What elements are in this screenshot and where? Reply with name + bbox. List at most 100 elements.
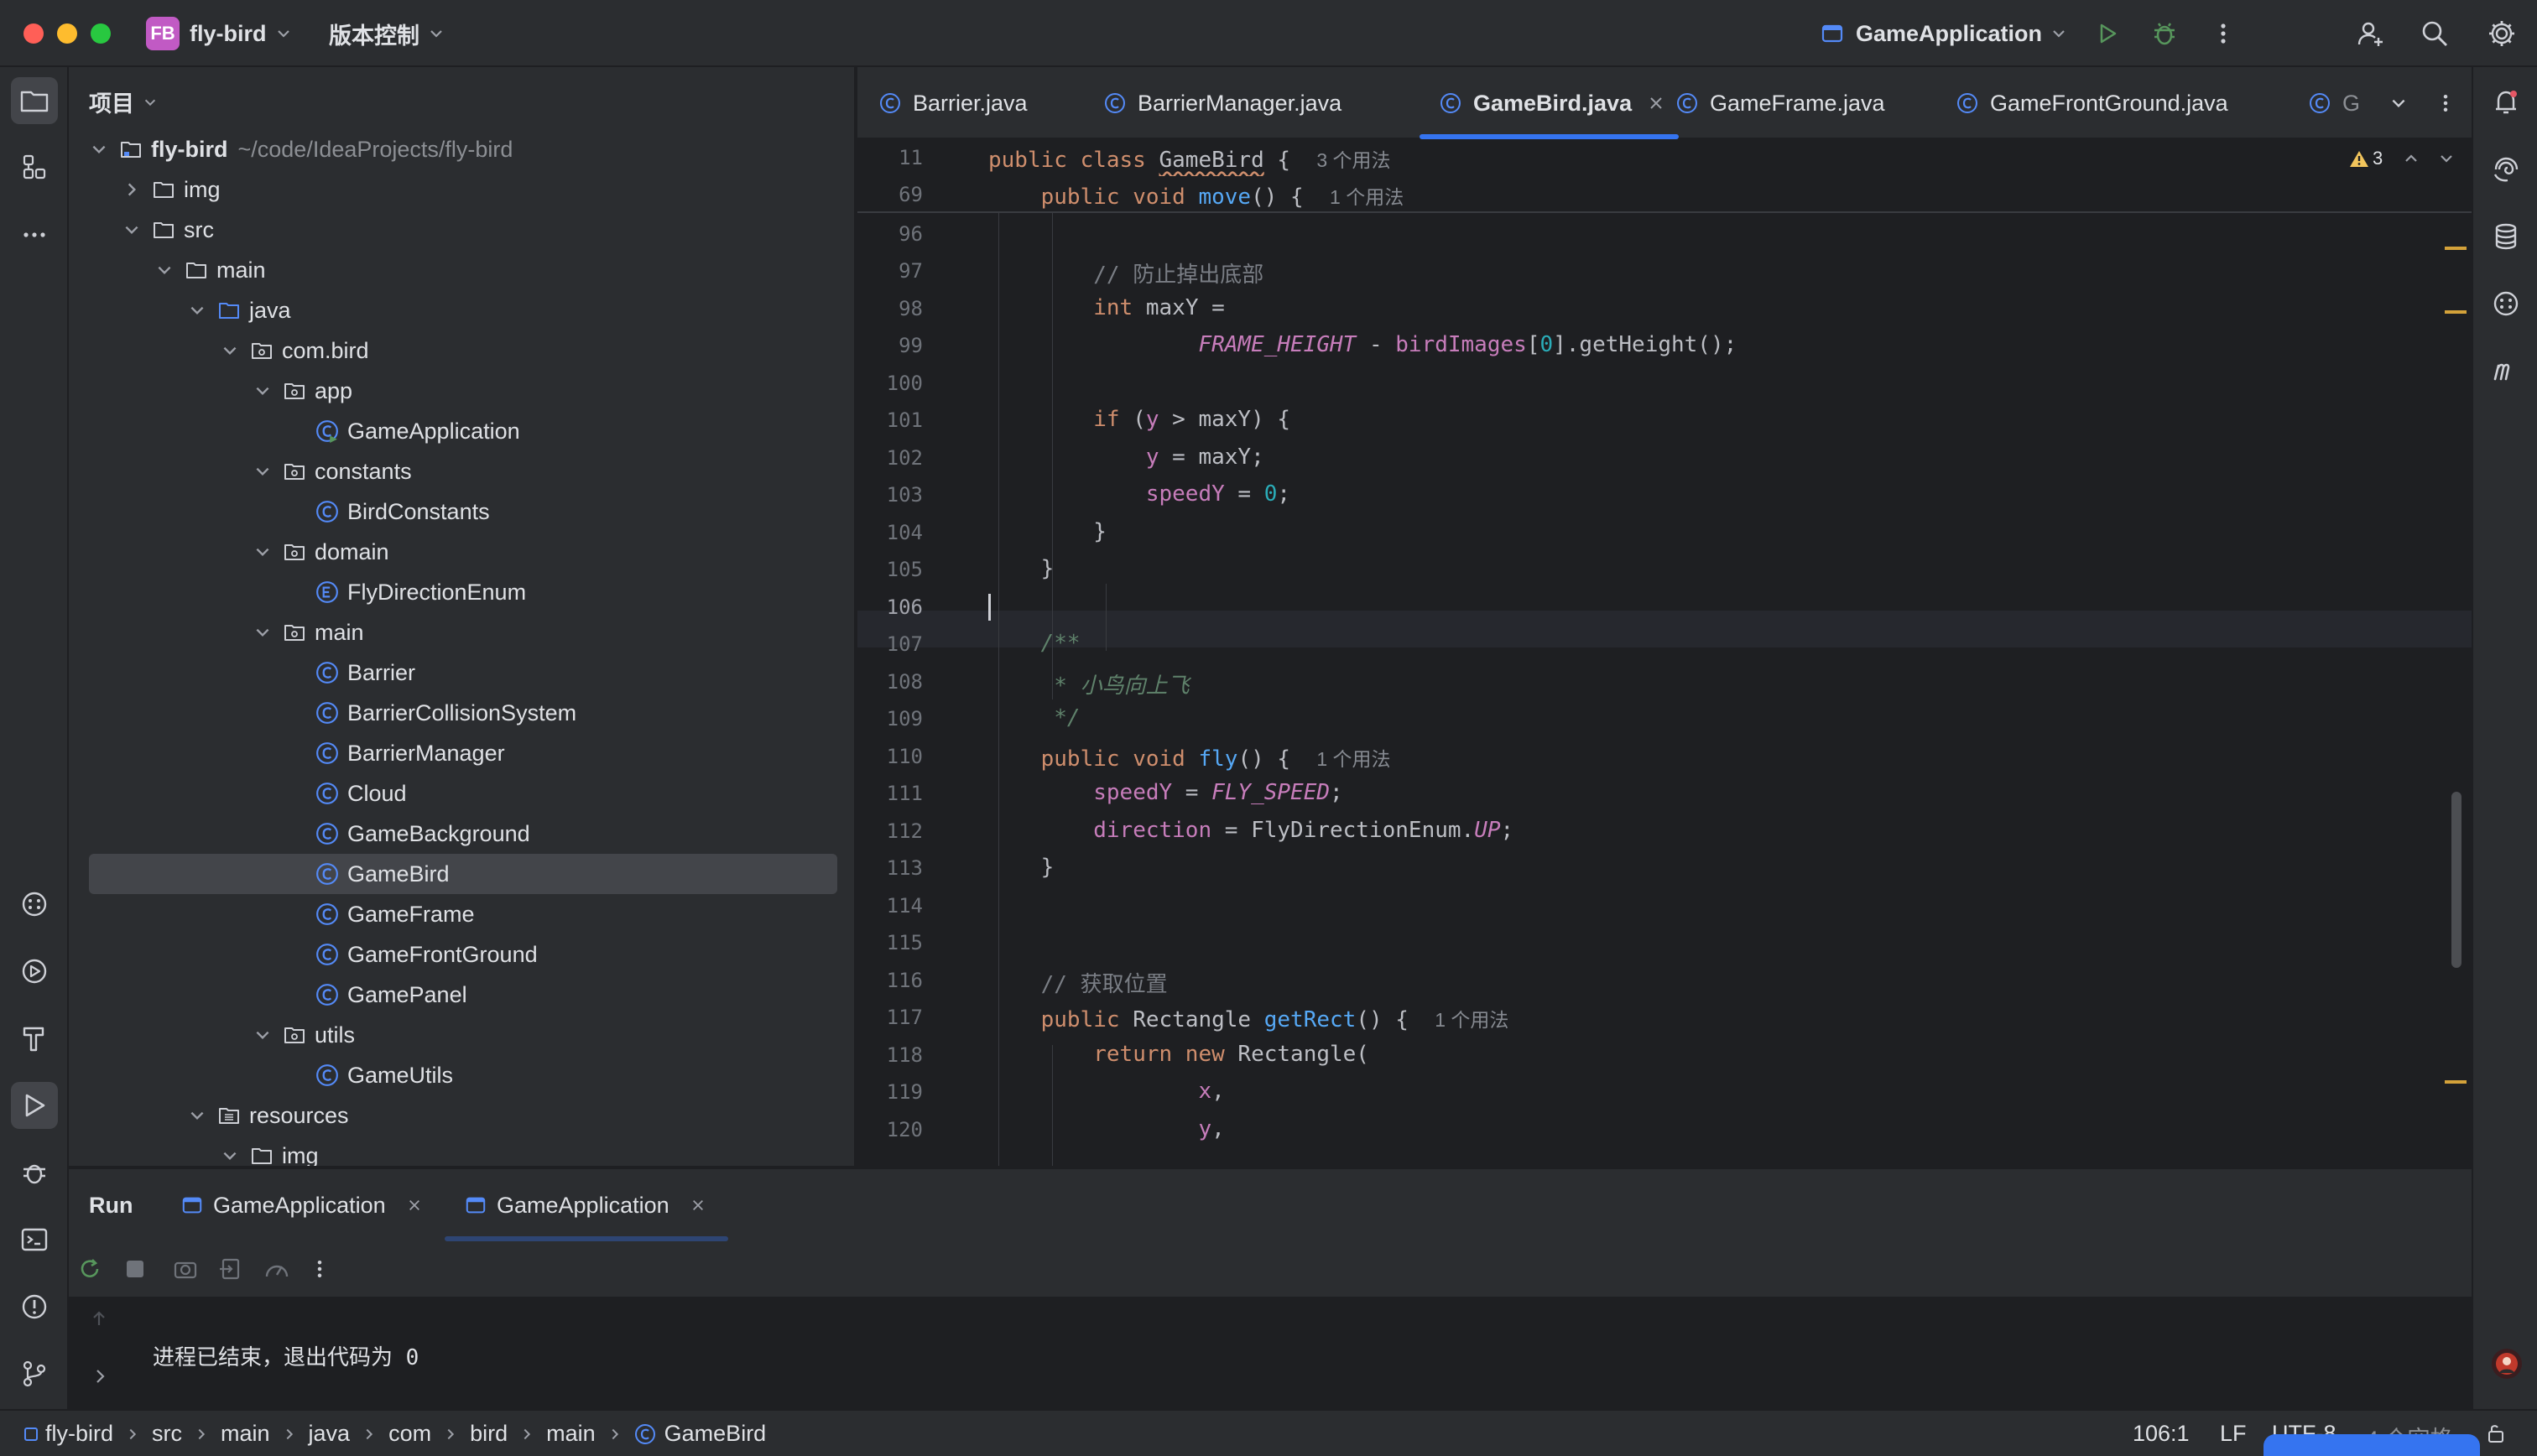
tree-item[interactable]: main [69,612,364,653]
camera-icon[interactable] [173,1256,198,1282]
tree-expander[interactable] [285,904,305,924]
run-tab-2[interactable]: GameApplication [445,1169,725,1241]
tree-expander[interactable] [285,743,305,763]
chevron-down-icon[interactable] [2438,150,2455,167]
more-vertical-icon[interactable] [309,1258,331,1280]
tree-expander[interactable] [253,381,273,401]
project-switcher[interactable]: FB fly-bird [146,17,292,50]
tree-item[interactable]: img [69,1136,319,1166]
tree-expander[interactable] [285,944,305,965]
restore-layout-icon[interactable] [218,1256,243,1282]
breadcrumb-item[interactable]: bird [470,1421,508,1447]
cursor-position[interactable]: 106:1 [2133,1421,2190,1447]
more-tools-button[interactable] [11,211,58,258]
chevron-right-icon[interactable] [91,1367,109,1386]
tree-item[interactable]: BirdConstants [69,491,490,532]
tree-item[interactable]: GameBird [89,854,837,894]
tree-expander[interactable] [285,824,305,844]
ai-assistant-button[interactable] [2482,146,2529,193]
tree-expander[interactable] [122,179,142,200]
notification-toast[interactable] [2264,1434,2480,1456]
sticky-method-header[interactable]: 69 public void move() { 1 个用法 [857,176,2472,213]
tree-expander[interactable] [89,139,109,159]
database-button[interactable] [2482,213,2529,260]
chevron-down-icon[interactable] [253,1026,272,1044]
usage-hint[interactable]: 1 个用法 [1435,1009,1508,1031]
tab-more-button[interactable] [2435,67,2456,139]
tree-item[interactable]: GamePanel [69,975,467,1015]
tab-gamefrontground-java[interactable]: GameFrontGround.java [1956,67,2228,139]
stop-icon[interactable] [124,1258,146,1280]
terminal-tool-button[interactable] [11,1216,58,1263]
plugins-panel-button[interactable] [2482,280,2529,327]
zoom-window-button[interactable] [91,23,111,44]
run-tool-button[interactable] [11,1082,58,1129]
tree-expander[interactable] [285,663,305,683]
run-config-selector[interactable]: GameApplication [1821,17,2067,50]
tree-item[interactable]: Cloud [69,773,407,814]
tree-item[interactable]: domain [69,532,389,572]
tree-expander[interactable] [285,985,305,1005]
tree-root-fly-bird[interactable]: fly-bird ~/code/IdeaProjects/fly-bird [69,129,513,169]
arrow-up-icon[interactable] [89,1308,109,1329]
tree-item[interactable]: Barrier [69,653,415,693]
tree-item[interactable]: resources [69,1095,349,1136]
tree-expander[interactable] [187,1105,207,1126]
tree-item[interactable]: GameUtils [69,1055,453,1095]
tree-expander[interactable] [253,1025,273,1045]
tree-expander[interactable] [122,220,142,240]
tree-expander[interactable] [285,1065,305,1085]
lock-icon[interactable] [2485,1422,2507,1444]
git-tool-button[interactable] [11,1350,58,1397]
tree-expander[interactable] [285,864,305,884]
inspection-widget[interactable]: 3 [2349,146,2455,171]
tree-expander[interactable] [220,1146,240,1166]
tab-barrier-java[interactable]: Barrier.java [879,67,1028,139]
usage-hint[interactable]: 1 个用法 [1316,748,1390,770]
tab-list-button[interactable] [2389,67,2408,139]
rerun-icon[interactable] [77,1256,102,1282]
tree-expander[interactable] [154,260,175,280]
tree-item[interactable]: constants [69,451,412,491]
chevron-down-icon[interactable] [188,301,206,320]
chevron-down-icon[interactable] [253,462,272,481]
breadcrumb-item[interactable]: fly-bird [45,1421,113,1447]
maven-button[interactable] [2482,347,2529,394]
breadcrumb-item[interactable]: com [388,1421,431,1447]
add-user-button[interactable] [2354,17,2388,50]
line-ending[interactable]: LF [2220,1421,2247,1447]
tab-overflow-partial[interactable]: G [2309,67,2360,139]
tree-item[interactable]: BarrierManager [69,733,505,773]
user-avatar[interactable] [2492,1349,2522,1379]
chevron-down-icon[interactable] [122,221,141,239]
project-panel-header[interactable]: 项目 [89,86,158,118]
tree-expander[interactable] [220,341,240,361]
tree-item[interactable]: java [69,290,291,330]
tree-expander[interactable] [285,582,305,602]
tab-barriermanager-java[interactable]: BarrierManager.java [1104,67,1341,139]
tree-expander[interactable] [285,703,305,723]
chevron-down-icon[interactable] [188,1106,206,1125]
chevron-down-icon[interactable] [253,623,272,642]
chevron-down-icon[interactable] [221,341,239,360]
tree-expander[interactable] [253,461,273,481]
warning-marker[interactable] [2445,247,2467,250]
settings-button[interactable] [2485,17,2519,50]
tree-item[interactable]: img [69,169,221,210]
tree-item[interactable]: utils [69,1015,355,1055]
project-tool-button[interactable] [11,77,58,124]
breadcrumb-item[interactable]: GameBird [664,1421,767,1447]
tree-item[interactable]: GameFrame [69,894,475,934]
debug-button[interactable] [2148,17,2181,50]
tab-gamebird-java[interactable]: GameBird.java [1420,67,1680,139]
run-button[interactable] [2091,17,2124,50]
warning-marker[interactable] [2445,1080,2467,1084]
code-editor[interactable]: 95 }9697 // 防止掉出底部98 int maxY =99 FRAME_… [857,139,2472,1166]
tree-expander[interactable] [285,502,305,522]
vcs-menu[interactable]: 版本控制 [329,17,445,50]
notifications-button[interactable] [2482,79,2529,126]
chevron-down-icon[interactable] [253,543,272,561]
build-tool-button[interactable] [11,1015,58,1062]
problems-tool-button[interactable] [11,1283,58,1330]
chevron-right-icon[interactable] [122,180,141,199]
